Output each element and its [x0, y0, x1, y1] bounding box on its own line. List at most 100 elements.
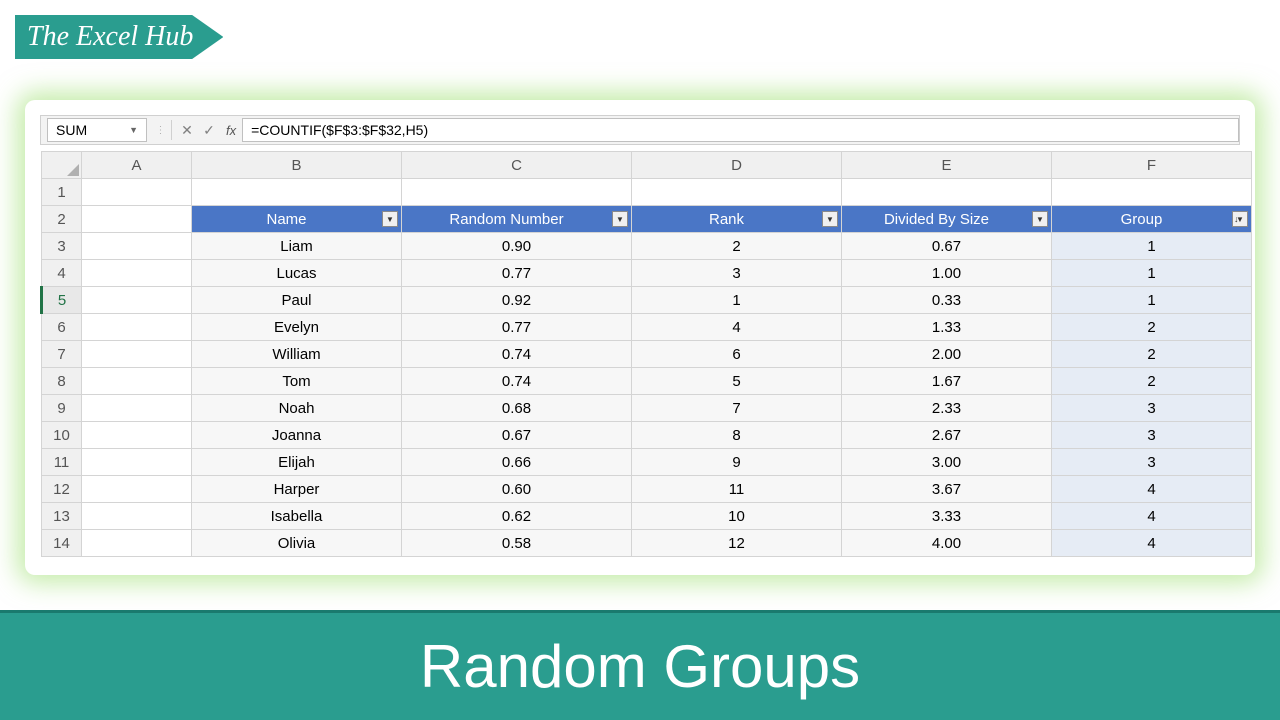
cell-group[interactable]: 1: [1052, 287, 1252, 314]
col-head-A[interactable]: A: [82, 152, 192, 179]
cell-name[interactable]: Isabella: [192, 503, 402, 530]
cell-group[interactable]: 4: [1052, 476, 1252, 503]
cell-group[interactable]: 3: [1052, 449, 1252, 476]
cell-A10[interactable]: [82, 422, 192, 449]
cell-E1[interactable]: [842, 179, 1052, 206]
cell-name[interactable]: Lucas: [192, 260, 402, 287]
cell-random[interactable]: 0.74: [402, 368, 632, 395]
cell-random[interactable]: 0.77: [402, 260, 632, 287]
select-all-corner[interactable]: [42, 152, 82, 179]
col-head-D[interactable]: D: [632, 152, 842, 179]
cell-random[interactable]: 0.58: [402, 530, 632, 557]
row-head-10[interactable]: 10: [42, 422, 82, 449]
fx-label[interactable]: fx: [226, 123, 236, 138]
cell-group[interactable]: 1: [1052, 260, 1252, 287]
filter-dropdown-icon[interactable]: ▼: [1032, 211, 1048, 227]
cell-group[interactable]: 4: [1052, 503, 1252, 530]
table-header-name[interactable]: Name▼: [192, 206, 402, 233]
cell-divided[interactable]: 1.33: [842, 314, 1052, 341]
table-header-divided-by-size[interactable]: Divided By Size▼: [842, 206, 1052, 233]
cell-divided[interactable]: 0.33: [842, 287, 1052, 314]
row-head-12[interactable]: 12: [42, 476, 82, 503]
cell-divided[interactable]: 2.33: [842, 395, 1052, 422]
cell-rank[interactable]: 10: [632, 503, 842, 530]
cell-group[interactable]: 4: [1052, 530, 1252, 557]
filter-dropdown-icon[interactable]: ▼: [1232, 211, 1248, 227]
row-head-13[interactable]: 13: [42, 503, 82, 530]
cell-F1[interactable]: [1052, 179, 1252, 206]
cell-A3[interactable]: [82, 233, 192, 260]
cell-random[interactable]: 0.60: [402, 476, 632, 503]
cell-rank[interactable]: 3: [632, 260, 842, 287]
cell-random[interactable]: 0.74: [402, 341, 632, 368]
cell-random[interactable]: 0.92: [402, 287, 632, 314]
row-head-7[interactable]: 7: [42, 341, 82, 368]
cell-name[interactable]: Noah: [192, 395, 402, 422]
cell-group[interactable]: 3: [1052, 395, 1252, 422]
cell-A1[interactable]: [82, 179, 192, 206]
cell-A5[interactable]: [82, 287, 192, 314]
cell-divided[interactable]: 3.00: [842, 449, 1052, 476]
row-head-8[interactable]: 8: [42, 368, 82, 395]
cell-group[interactable]: 1: [1052, 233, 1252, 260]
cell-A11[interactable]: [82, 449, 192, 476]
cell-name[interactable]: Paul: [192, 287, 402, 314]
row-head-9[interactable]: 9: [42, 395, 82, 422]
spreadsheet-grid[interactable]: A B C D E F 12Name▼Random Number▼Rank▼Di…: [40, 151, 1252, 557]
cell-random[interactable]: 0.67: [402, 422, 632, 449]
cell-divided[interactable]: 1.00: [842, 260, 1052, 287]
cell-random[interactable]: 0.90: [402, 233, 632, 260]
table-header-rank[interactable]: Rank▼: [632, 206, 842, 233]
table-header-random-number[interactable]: Random Number▼: [402, 206, 632, 233]
cell-name[interactable]: Evelyn: [192, 314, 402, 341]
cell-name[interactable]: Harper: [192, 476, 402, 503]
filter-dropdown-icon[interactable]: ▼: [382, 211, 398, 227]
cell-rank[interactable]: 8: [632, 422, 842, 449]
cancel-icon[interactable]: ✕: [176, 122, 198, 139]
cell-name[interactable]: Joanna: [192, 422, 402, 449]
formula-input[interactable]: =COUNTIF($F$3:$F$32,H5): [242, 118, 1239, 142]
cell-B1[interactable]: [192, 179, 402, 206]
cell-random[interactable]: 0.66: [402, 449, 632, 476]
row-head-2[interactable]: 2: [42, 206, 82, 233]
cell-rank[interactable]: 5: [632, 368, 842, 395]
col-head-F[interactable]: F: [1052, 152, 1252, 179]
cell-divided[interactable]: 0.67: [842, 233, 1052, 260]
cell-rank[interactable]: 2: [632, 233, 842, 260]
cell-A7[interactable]: [82, 341, 192, 368]
col-head-C[interactable]: C: [402, 152, 632, 179]
cell-rank[interactable]: 11: [632, 476, 842, 503]
row-head-11[interactable]: 11: [42, 449, 82, 476]
filter-dropdown-icon[interactable]: ▼: [822, 211, 838, 227]
col-head-E[interactable]: E: [842, 152, 1052, 179]
cell-name[interactable]: Liam: [192, 233, 402, 260]
cell-A12[interactable]: [82, 476, 192, 503]
cell-A14[interactable]: [82, 530, 192, 557]
cell-rank[interactable]: 1: [632, 287, 842, 314]
cell-name[interactable]: Olivia: [192, 530, 402, 557]
cell-name[interactable]: Tom: [192, 368, 402, 395]
row-head-6[interactable]: 6: [42, 314, 82, 341]
cell-D1[interactable]: [632, 179, 842, 206]
cell-divided[interactable]: 4.00: [842, 530, 1052, 557]
cell-random[interactable]: 0.62: [402, 503, 632, 530]
cell-divided[interactable]: 3.67: [842, 476, 1052, 503]
filter-dropdown-icon[interactable]: ▼: [612, 211, 628, 227]
cell-divided[interactable]: 1.67: [842, 368, 1052, 395]
cell-random[interactable]: 0.68: [402, 395, 632, 422]
cell-group[interactable]: 2: [1052, 368, 1252, 395]
cell-A9[interactable]: [82, 395, 192, 422]
cell-rank[interactable]: 9: [632, 449, 842, 476]
row-head-1[interactable]: 1: [42, 179, 82, 206]
cell-divided[interactable]: 2.67: [842, 422, 1052, 449]
cell-A8[interactable]: [82, 368, 192, 395]
cell-A2[interactable]: [82, 206, 192, 233]
table-header-group[interactable]: Group▼: [1052, 206, 1252, 233]
cell-divided[interactable]: 3.33: [842, 503, 1052, 530]
cell-rank[interactable]: 12: [632, 530, 842, 557]
cell-divided[interactable]: 2.00: [842, 341, 1052, 368]
cell-rank[interactable]: 7: [632, 395, 842, 422]
enter-icon[interactable]: ✓: [198, 122, 220, 139]
cell-group[interactable]: 2: [1052, 314, 1252, 341]
row-head-5[interactable]: 5: [42, 287, 82, 314]
